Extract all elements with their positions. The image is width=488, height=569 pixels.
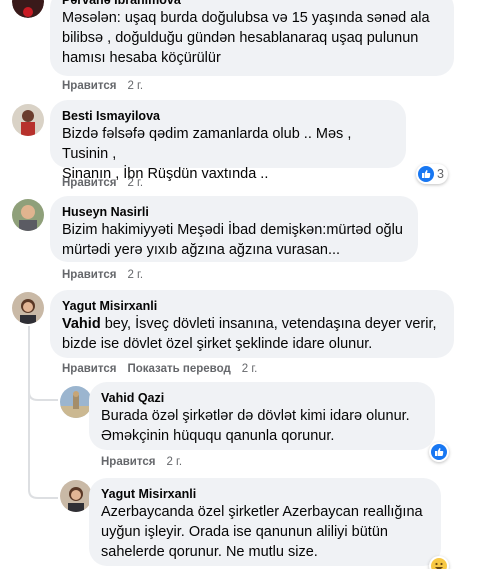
comment-text-line: mürtədi yerə yıxıb ağzına ağzına vurasan… [62,242,341,258]
avatar[interactable] [12,104,44,136]
comment-actions: Нравится Показать перевод 2 г. [62,363,257,375]
comment-author[interactable]: Pərvanə İbrahimova [62,0,442,8]
comment-actions: Нравится 2 г. [101,456,182,468]
comment-author[interactable]: Yagut Misirxanli [62,298,442,314]
comment-text-line: hamısı hesaba köçürülür [62,50,221,66]
thread-branch [28,482,58,499]
comment-text-line: Vahid bey, İsveç dövleti insanına, veten… [62,314,442,334]
like-link[interactable]: Нравится [62,80,116,92]
comment-actions: Нравится 2 г. [62,269,143,281]
comment-bubble: Huseyn Nasirli Bizim hakimiyyəti Meşədi … [50,196,418,262]
like-link[interactable]: Нравится [62,269,116,281]
like-icon [431,444,447,460]
comment-text-line: bizde ise dövlet özel şirket şeklinde id… [62,336,373,352]
comment-text-line: sahelerde qorunur. Ne mutlu size. [101,544,318,560]
comment-actions: Нравится 2 г. [62,177,143,189]
avatar[interactable] [12,199,44,231]
like-link[interactable]: Нравится [62,177,116,189]
timestamp[interactable]: 2 г. [242,363,258,375]
comment-bubble: Vahid Qazi Burada özəl şirkətlər də dövl… [89,382,435,450]
show-translation-link[interactable]: Показать перевод [127,363,230,375]
thread-branch [28,384,58,401]
thread-connector [28,326,30,486]
timestamp[interactable]: 2 г. [127,80,143,92]
comment-text-line: Azerbaycanda özel şirketler Azerbaycan r… [101,504,423,520]
comment-actions: Нравится 2 г. [62,80,143,92]
mention-link[interactable]: Vahid [62,316,101,332]
avatar[interactable] [12,0,44,18]
comment-text-line: Məsələn: uşaq burda doğulubsa və 15 yaşı… [62,10,430,26]
comment-text-line: Bizdə fəlsəfə qədim zamanlarda olub .. M… [62,126,352,162]
avatar[interactable] [60,480,92,512]
reaction-count: 3 [437,167,444,181]
comment-bubble: Besti Ismayilova Bizdə fəlsəfə qədim zam… [50,100,406,182]
avatar[interactable] [12,292,44,324]
comment-text-line: Bizim hakimiyyəti Meşədi İbad demişkən:m… [62,222,403,238]
haha-icon [431,558,447,569]
timestamp[interactable]: 2 г. [127,269,143,281]
comment-text-line: bilibsə , doğulduğu gündən hesablanaraq … [62,30,419,46]
like-icon [418,166,434,182]
reaction-summary[interactable]: 3 [416,164,448,184]
avatar[interactable] [60,386,92,418]
comment-text-line: uyğun işleyir. Orada ise qanunun aliliyi… [101,524,388,540]
like-link[interactable]: Нравится [62,363,116,375]
timestamp[interactable]: 2 г. [166,456,182,468]
comment-bubble: Pərvanə İbrahimova Məsələn: uşaq burda d… [50,0,454,76]
comment-author[interactable]: Huseyn Nasirli [62,204,406,220]
comment-author[interactable]: Vahid Qazi [101,390,423,406]
comment-text-line: Burada özəl şirkətlər də dövlət kimi ida… [101,408,410,424]
comment-bubble: Yagut Misirxanli Vahid bey, İsveç dövlet… [50,290,454,358]
timestamp[interactable]: 2 г. [127,177,143,189]
comment-bubble: Yagut Misirxanli Azerbaycanda özel şirke… [89,478,441,566]
comment-text-line: Əməkçinin hüququ qanunla qorunur. [101,428,335,444]
comment-author[interactable]: Besti Ismayilova [62,108,394,124]
reaction-summary[interactable] [429,442,449,462]
reaction-summary[interactable] [429,556,449,569]
like-link[interactable]: Нравится [101,456,155,468]
comment-text-fragment: bey, İsveç dövleti insanına, vetendaşına… [100,316,437,332]
comment-author[interactable]: Yagut Misirxanli [101,486,429,502]
